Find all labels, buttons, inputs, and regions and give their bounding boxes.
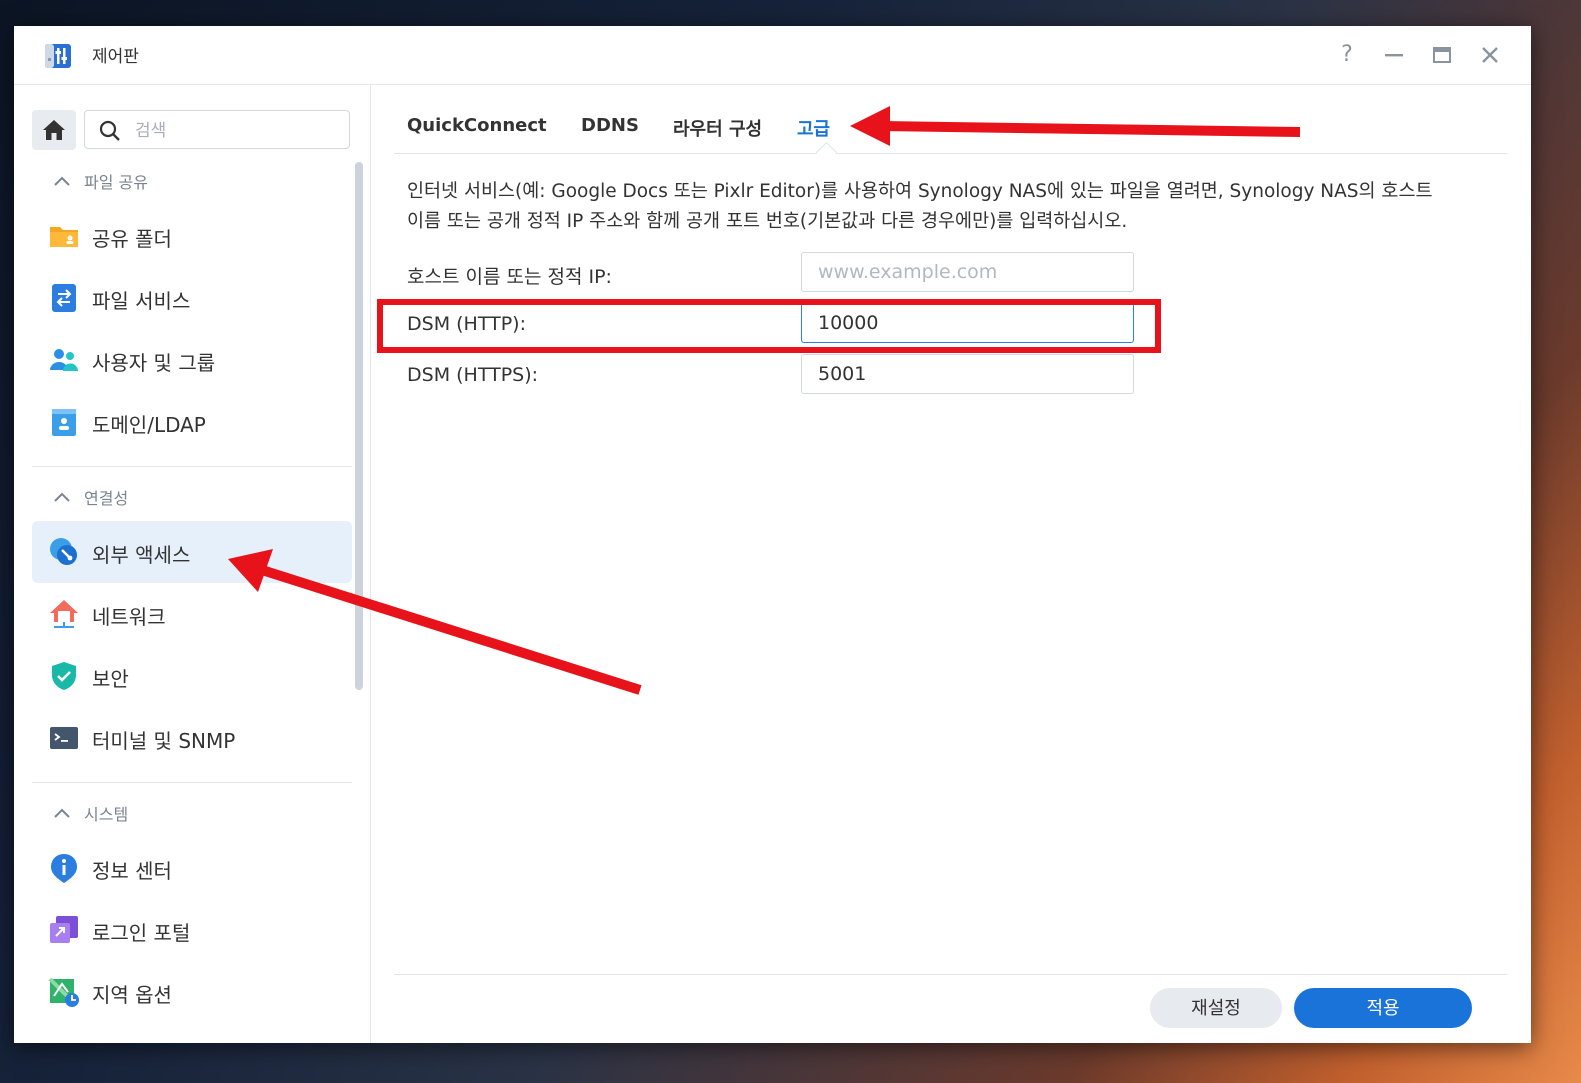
maximize-button[interactable]	[1427, 40, 1457, 70]
login-portal-icon	[50, 916, 78, 943]
info-center-icon	[51, 854, 77, 883]
sidebar-divider	[32, 466, 352, 467]
sidebar-item-label: 정보 센터	[92, 859, 172, 883]
group-connectivity[interactable]: 연결성	[54, 482, 128, 512]
chevron-up-icon	[54, 808, 70, 818]
group-label: 시스템	[84, 805, 129, 824]
sidebar-item-label: 지역 옵션	[92, 983, 172, 1007]
dsm-http-port-input[interactable]	[801, 303, 1134, 343]
sidebar-item-label: 도메인/LDAP	[92, 413, 206, 437]
sidebar-divider	[32, 782, 352, 783]
sidebar-item-label: 사용자 및 그룹	[92, 351, 216, 375]
group-label: 파일 공유	[84, 173, 148, 192]
chevron-up-icon	[54, 492, 70, 502]
sidebar-item-file-services[interactable]: 파일 서비스	[32, 267, 352, 329]
home-button[interactable]	[32, 110, 76, 150]
content-pane: QuickConnect DDNS 라우터 구성 고급 인터넷 서비스(예: G…	[371, 85, 1531, 1043]
sidebar-item-domain-ldap[interactable]: 도메인/LDAP	[32, 391, 352, 453]
tab-quickconnect[interactable]: QuickConnect	[407, 115, 547, 136]
sidebar-item-network[interactable]: 네트워크	[32, 583, 352, 645]
sidebar-item-regional-options[interactable]: 지역 옵션	[32, 961, 352, 1023]
description-line: 인터넷 서비스(예: Google Docs 또는 Pixlr Editor)를…	[407, 181, 1433, 202]
sidebar-item-login-portal[interactable]: 로그인 포털	[32, 899, 352, 961]
home-icon	[43, 120, 65, 140]
window-title: 제어판	[92, 47, 139, 67]
sidebar-item-label: 파일 서비스	[92, 289, 191, 313]
description-text: 인터넷 서비스(예: Google Docs 또는 Pixlr Editor)를…	[407, 177, 1507, 237]
group-system[interactable]: 시스템	[54, 798, 128, 828]
sidebar-item-users-groups[interactable]: 사용자 및 그룹	[32, 329, 352, 391]
sidebar-item-label: 네트워크	[92, 605, 166, 629]
shared-folder-icon	[50, 227, 78, 247]
sidebar-item-terminal-snmp[interactable]: 터미널 및 SNMP	[32, 707, 352, 769]
chevron-up-icon	[54, 176, 70, 186]
sidebar-item-label: 보안	[92, 667, 129, 691]
sidebar-item-label: 터미널 및 SNMP	[92, 729, 236, 753]
sidebar-item-security[interactable]: 보안	[32, 645, 352, 707]
sidebar: 파일 공유 공유 폴더 파일 서비스 사용자 및 그룹	[14, 85, 371, 1043]
hostname-label: 호스트 이름 또는 정적 IP:	[407, 266, 612, 288]
maximize-icon	[1433, 47, 1451, 63]
users-groups-icon	[50, 349, 78, 371]
active-tab-indicator	[815, 141, 838, 164]
tab-bar: QuickConnect DDNS 라우터 구성 고급	[394, 85, 1507, 164]
tab-router-config[interactable]: 라우터 구성	[673, 115, 762, 141]
help-button[interactable]: ?	[1332, 40, 1362, 70]
file-services-icon	[52, 284, 76, 312]
dsm-https-label: DSM (HTTPS):	[407, 364, 539, 386]
sidebar-item-info-center[interactable]: 정보 센터	[32, 837, 352, 899]
external-access-icon	[50, 538, 77, 565]
search-icon	[99, 120, 120, 141]
sidebar-item-external-access[interactable]: 외부 액세스	[32, 521, 352, 583]
domain-ldap-icon	[52, 409, 76, 436]
regional-options-icon	[48, 977, 79, 1007]
sidebar-item-shared-folder[interactable]: 공유 폴더	[32, 205, 352, 267]
terminal-icon	[50, 727, 78, 749]
network-icon	[50, 600, 78, 628]
description-line: 이름 또는 공개 정적 IP 주소와 함께 공개 포트 번호(기본값과 다른 경…	[407, 211, 1128, 232]
dsm-https-port-input[interactable]	[801, 354, 1134, 394]
tab-ddns[interactable]: DDNS	[581, 115, 639, 136]
dsm-http-label: DSM (HTTP):	[407, 313, 526, 335]
footer-divider	[394, 974, 1507, 975]
close-button[interactable]	[1475, 40, 1505, 70]
sidebar-item-label: 외부 액세스	[92, 543, 191, 567]
search-box	[84, 110, 350, 149]
group-file-sharing[interactable]: 파일 공유	[54, 166, 148, 196]
security-shield-icon	[52, 662, 76, 690]
sidebar-item-label: 로그인 포털	[92, 921, 191, 945]
search-input[interactable]	[133, 119, 337, 143]
sidebar-item-label: 공유 폴더	[92, 227, 172, 251]
reset-button[interactable]: 재설정	[1150, 988, 1282, 1028]
control-panel-app-icon	[45, 44, 71, 68]
minimize-button[interactable]	[1379, 40, 1409, 70]
group-label: 연결성	[84, 489, 129, 508]
hostname-input[interactable]	[801, 252, 1134, 292]
apply-button[interactable]: 적용	[1294, 988, 1472, 1028]
tab-advanced[interactable]: 고급	[797, 115, 830, 141]
help-icon: ?	[1341, 42, 1353, 67]
control-panel-window: 제어판 ? 파일 공유	[14, 26, 1531, 1043]
sidebar-scrollbar[interactable]	[355, 162, 363, 690]
minimize-icon	[1385, 54, 1403, 57]
title-bar: 제어판 ?	[14, 26, 1531, 85]
close-icon	[1482, 47, 1498, 63]
